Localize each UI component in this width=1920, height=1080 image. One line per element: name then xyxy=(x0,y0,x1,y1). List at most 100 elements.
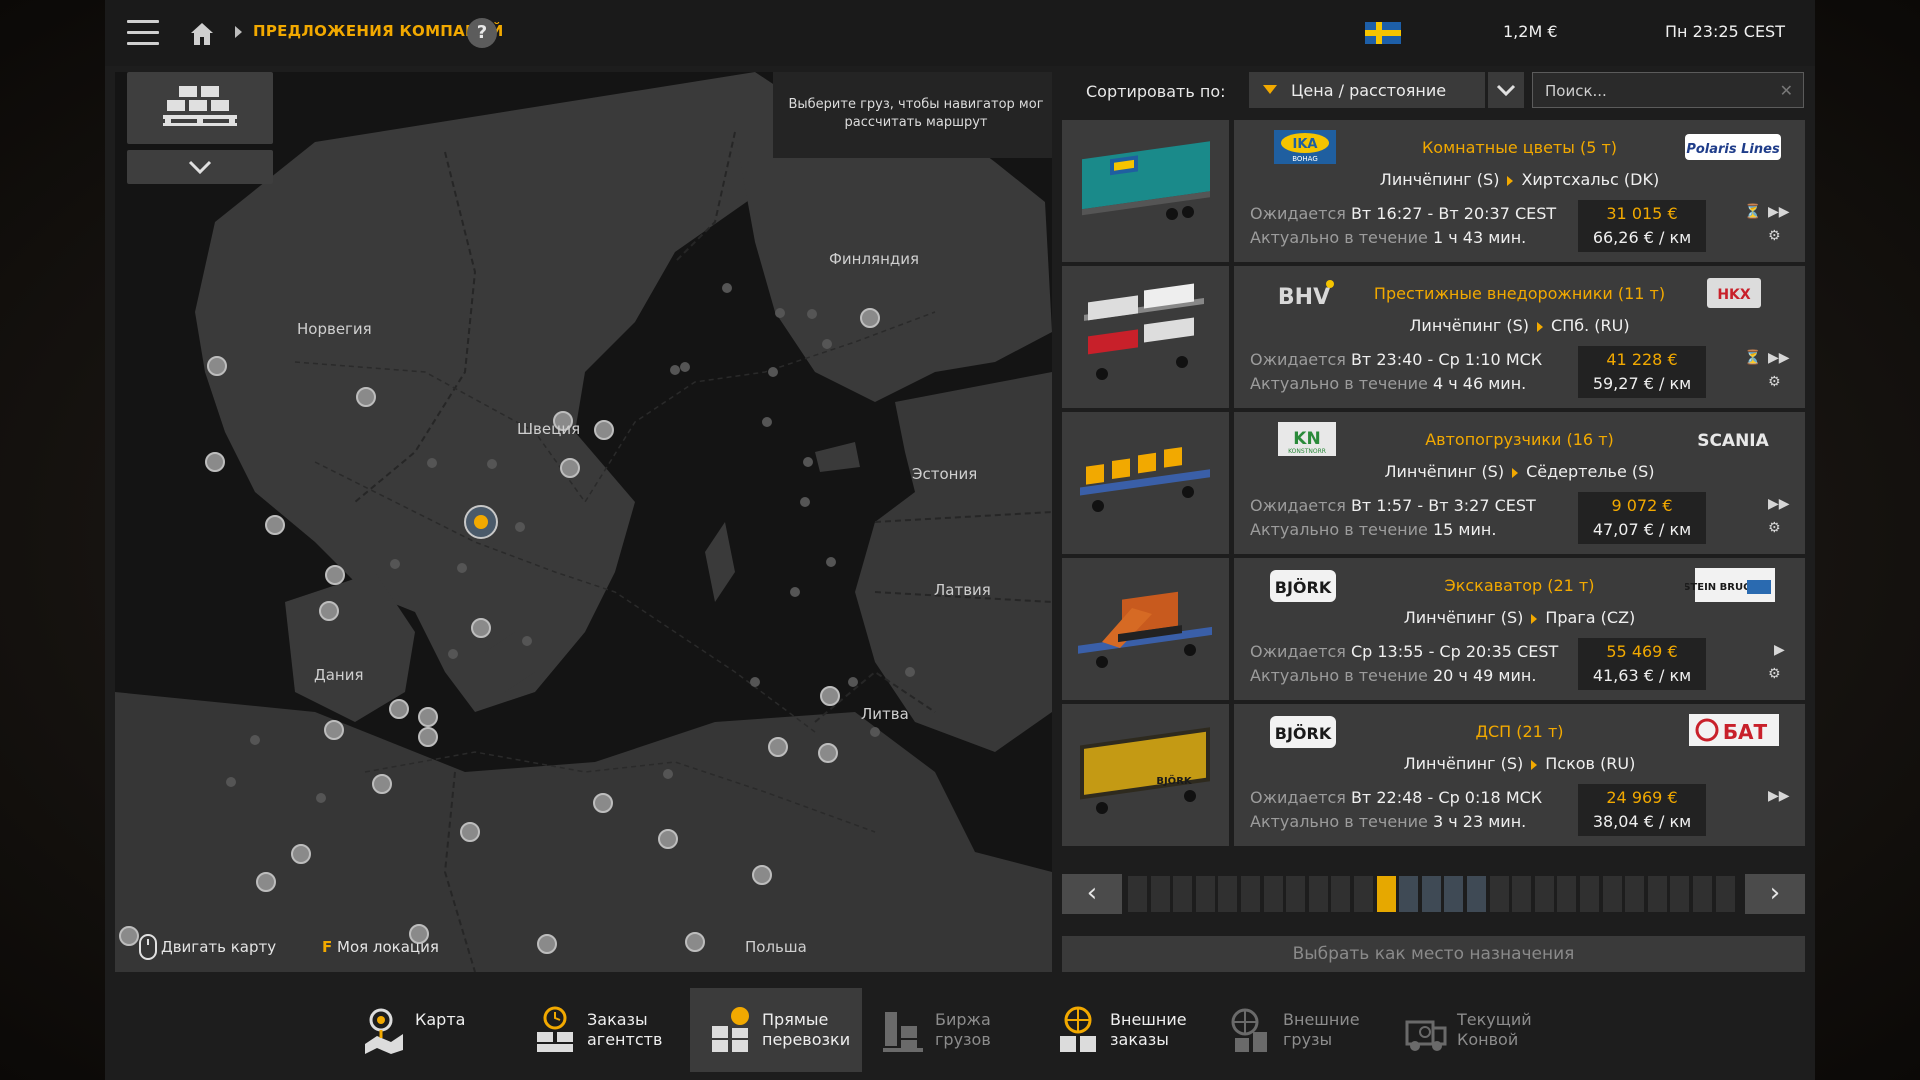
offer-details: KN KONSTNORR SCANIA Автопогрузчики (16 т… xyxy=(1234,412,1805,554)
urgent-icon: ▶▶ xyxy=(1768,350,1790,366)
page-indicator[interactable] xyxy=(1354,876,1373,912)
country-label-lithuania: Литва xyxy=(861,705,909,723)
sweden-flag-icon xyxy=(1365,22,1401,44)
move-map-hint: Двигать карту xyxy=(161,938,277,956)
world-map[interactable]: Выберите груз, чтобы навигатор мог рассч… xyxy=(115,72,1052,972)
cargo-name: Автопогрузчики (16 т) xyxy=(1425,430,1614,449)
breadcrumb[interactable]: ПРЕДЛОЖЕНИЯ КОМПАНИЙ xyxy=(253,22,504,40)
page-indicator[interactable] xyxy=(1263,876,1283,912)
expected-time: Ожидается Вт 16:27 - Вт 20:37 CEST xyxy=(1250,204,1557,223)
page-indicator[interactable] xyxy=(1467,876,1486,912)
price: 41 228 € xyxy=(1606,350,1678,369)
help-icon[interactable]: ? xyxy=(467,18,497,48)
map-expand-button[interactable] xyxy=(127,150,273,184)
price-per-km: 66,26 € / км xyxy=(1592,228,1692,247)
page-indicator[interactable] xyxy=(1128,876,1147,912)
route: Линчёпинг (S) Псков (RU) xyxy=(1403,754,1636,773)
nav-label: Заказы xyxy=(587,1010,648,1029)
price-per-km: 38,04 € / км xyxy=(1592,812,1692,831)
price-box: 41 228 € 59,27 € / км xyxy=(1578,346,1706,398)
prev-page-button[interactable]: ‹ xyxy=(1062,874,1122,914)
nav-freight-market[interactable]: Биржа грузов xyxy=(863,988,1035,1072)
page-indicator[interactable] xyxy=(1150,876,1170,912)
play-icon: ▶ xyxy=(1774,642,1785,658)
sort-dropdown-button[interactable] xyxy=(1488,72,1524,108)
adr-icon: ⏳ xyxy=(1744,350,1762,366)
page-indicator[interactable] xyxy=(1241,876,1260,912)
page-indicator[interactable] xyxy=(1647,876,1667,912)
cargo-name: Экскаватор (21 т) xyxy=(1444,576,1595,595)
offer-details: BJÖRK БАТ ДСП (21 т) Линчёпинг (S) Псков … xyxy=(1234,704,1805,846)
page-indicator[interactable] xyxy=(1625,876,1645,912)
choose-destination-button[interactable]: Выбрать как место назначения xyxy=(1062,936,1805,972)
route: Линчёпинг (S) Сёдертелье (S) xyxy=(1384,462,1655,481)
nav-current-convoy[interactable]: Текущий Конвой xyxy=(1385,988,1557,1072)
offer-row[interactable]: BHV HKX Престижные внедорожники (11 т) Л… xyxy=(1062,266,1805,408)
sort-direction-icon[interactable] xyxy=(1263,85,1277,94)
my-location-button[interactable]: Моя локация xyxy=(337,938,439,956)
cargo-trailer-image xyxy=(1062,266,1229,408)
svg-text:KONSTNORR: KONSTNORR xyxy=(1288,448,1326,455)
map-hint: Выберите груз, чтобы навигатор мог рассч… xyxy=(773,72,1052,158)
skill-icon: ⚙ xyxy=(1768,228,1781,244)
page-indicator[interactable] xyxy=(1173,876,1193,912)
page-indicator[interactable] xyxy=(1308,876,1328,912)
page-indicator[interactable] xyxy=(1715,876,1735,912)
urgent-icon: ▶▶ xyxy=(1768,496,1790,512)
expected-time: Ожидается Вт 22:48 - Ср 0:18 МСК xyxy=(1250,788,1543,807)
price-per-km: 59,27 € / км xyxy=(1592,374,1692,393)
page-indicator[interactable] xyxy=(1580,876,1599,912)
external-orders-globe-icon xyxy=(1060,1006,1096,1052)
offer-row[interactable]: IKA BOHAG Polaris Lines Комнатные цветы … xyxy=(1062,120,1805,262)
page-indicator[interactable] xyxy=(1444,876,1464,912)
nav-direct-cargo[interactable]: Прямые перевозки xyxy=(690,988,862,1072)
nav-agency-orders[interactable]: Заказы агентств xyxy=(515,988,687,1072)
cargo-trailer-image xyxy=(1062,120,1229,262)
route: Линчёпинг (S) СПб. (RU) xyxy=(1409,316,1630,335)
next-page-button[interactable]: › xyxy=(1745,874,1805,914)
map-layers-button[interactable] xyxy=(127,72,273,144)
menu-icon[interactable] xyxy=(127,20,159,46)
page-indicator[interactable] xyxy=(1218,876,1238,912)
page-indicator[interactable] xyxy=(1693,876,1712,912)
pallet-stack-icon xyxy=(163,86,237,126)
nav-external-cargo[interactable]: Внешние грузы xyxy=(1211,988,1383,1072)
page-indicator[interactable] xyxy=(1534,876,1554,912)
offer-row[interactable]: BJÖRK STEIN BRUCH Экскаватор (21 т) Линч… xyxy=(1062,558,1805,700)
nav-label: Текущий xyxy=(1457,1010,1532,1029)
country-label-latvia: Латвия xyxy=(934,581,991,599)
page-indicator[interactable] xyxy=(1557,876,1577,912)
page-indicator[interactable] xyxy=(1195,876,1215,912)
cargo-name: Комнатные цветы (5 т) xyxy=(1421,138,1618,157)
page-indicator[interactable] xyxy=(1512,876,1532,912)
agency-clock-icon xyxy=(537,1006,573,1052)
price-per-km: 41,63 € / км xyxy=(1592,666,1692,685)
nav-external-orders[interactable]: Внешние заказы xyxy=(1038,988,1210,1072)
sort-select[interactable]: Цена / расстояние xyxy=(1249,72,1485,108)
search-input[interactable]: Поиск... ✕ xyxy=(1532,72,1804,108)
page-indicator[interactable] xyxy=(1286,876,1306,912)
nav-map[interactable]: Карта xyxy=(343,988,515,1072)
urgent-icon: ▶▶ xyxy=(1768,204,1790,220)
page-indicator[interactable] xyxy=(1602,876,1622,912)
valid-time: Актуально в течение 1 ч 43 мин. xyxy=(1250,228,1527,247)
price-box: 9 072 € 47,07 € / км xyxy=(1578,492,1706,544)
expected-time: Ожидается Вт 1:57 - Вт 3:27 CEST xyxy=(1250,496,1536,515)
home-icon[interactable] xyxy=(188,20,216,48)
country-label-sweden: Швеция xyxy=(517,420,581,438)
price: 24 969 € xyxy=(1606,788,1678,807)
cargo-trailer-image xyxy=(1062,558,1229,700)
price: 31 015 € xyxy=(1606,204,1678,223)
page-indicator[interactable] xyxy=(1489,876,1509,912)
price-box: 24 969 € 38,04 € / км xyxy=(1578,784,1706,836)
offer-details: BJÖRK STEIN BRUCH Экскаватор (21 т) Линч… xyxy=(1234,558,1805,700)
hotkey-f: F xyxy=(322,938,333,956)
clear-search-icon[interactable]: ✕ xyxy=(1780,81,1793,100)
offer-row[interactable]: BJÖRK BJÖRK БАТ ДСП (21 т) Линчёпинг (S)… xyxy=(1062,704,1805,846)
page-indicator[interactable] xyxy=(1399,876,1419,912)
offer-row[interactable]: KN KONSTNORR SCANIA Автопогрузчики (16 т… xyxy=(1062,412,1805,554)
page-indicator[interactable] xyxy=(1670,876,1690,912)
page-indicator[interactable] xyxy=(1421,876,1441,912)
page-indicator[interactable] xyxy=(1376,876,1396,912)
page-indicator[interactable] xyxy=(1331,876,1351,912)
